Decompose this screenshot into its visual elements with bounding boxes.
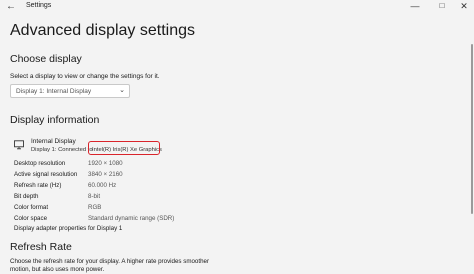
row-label: Color format bbox=[14, 204, 49, 211]
row-label: Color space bbox=[14, 215, 48, 222]
display-adapter-properties-link[interactable]: Display adapter properties for Display 1 bbox=[14, 225, 122, 232]
row-label: Desktop resolution bbox=[14, 160, 66, 167]
row-value: 3840 × 2160 bbox=[88, 171, 123, 178]
row-value: Standard dynamic range (SDR) bbox=[88, 215, 175, 222]
app-title: Settings bbox=[26, 2, 52, 9]
maximize-button[interactable]: □ bbox=[435, 1, 449, 10]
highlight-box bbox=[88, 141, 160, 155]
monitor-icon bbox=[14, 140, 24, 150]
row-value: RGB bbox=[88, 204, 102, 211]
dropdown-selected-value: Display 1: Internal Display bbox=[16, 88, 92, 95]
row-label: Active signal resolution bbox=[14, 171, 78, 178]
row-label: Refresh rate (Hz) bbox=[14, 182, 62, 189]
row-value: 60.000 Hz bbox=[88, 182, 117, 189]
back-arrow-icon[interactable]: ← bbox=[6, 1, 16, 12]
page-title: Advanced display settings bbox=[10, 22, 195, 39]
choose-display-heading: Choose display bbox=[10, 53, 82, 65]
chevron-down-icon: ⌄ bbox=[119, 87, 125, 94]
refresh-rate-description: Choose the refresh rate for your display… bbox=[10, 258, 210, 273]
row-value: 1920 × 1080 bbox=[88, 160, 123, 167]
scrollbar[interactable] bbox=[471, 44, 473, 214]
minimize-button[interactable]: — bbox=[408, 1, 422, 11]
display-select-dropdown[interactable]: Display 1: Internal Display ⌄ bbox=[10, 84, 130, 98]
choose-display-subtitle: Select a display to view or change the s… bbox=[10, 73, 160, 80]
row-label: Bit depth bbox=[14, 193, 39, 200]
display-information-heading: Display information bbox=[10, 114, 100, 126]
display-name: Internal Display bbox=[31, 138, 76, 145]
title-bar: ← Settings — □ ✕ bbox=[0, 0, 474, 13]
row-value: 8-bit bbox=[88, 193, 101, 200]
close-button[interactable]: ✕ bbox=[457, 1, 471, 12]
refresh-rate-heading: Refresh Rate bbox=[10, 241, 72, 253]
display-connection: Display 1: Connected to bbox=[31, 147, 93, 153]
